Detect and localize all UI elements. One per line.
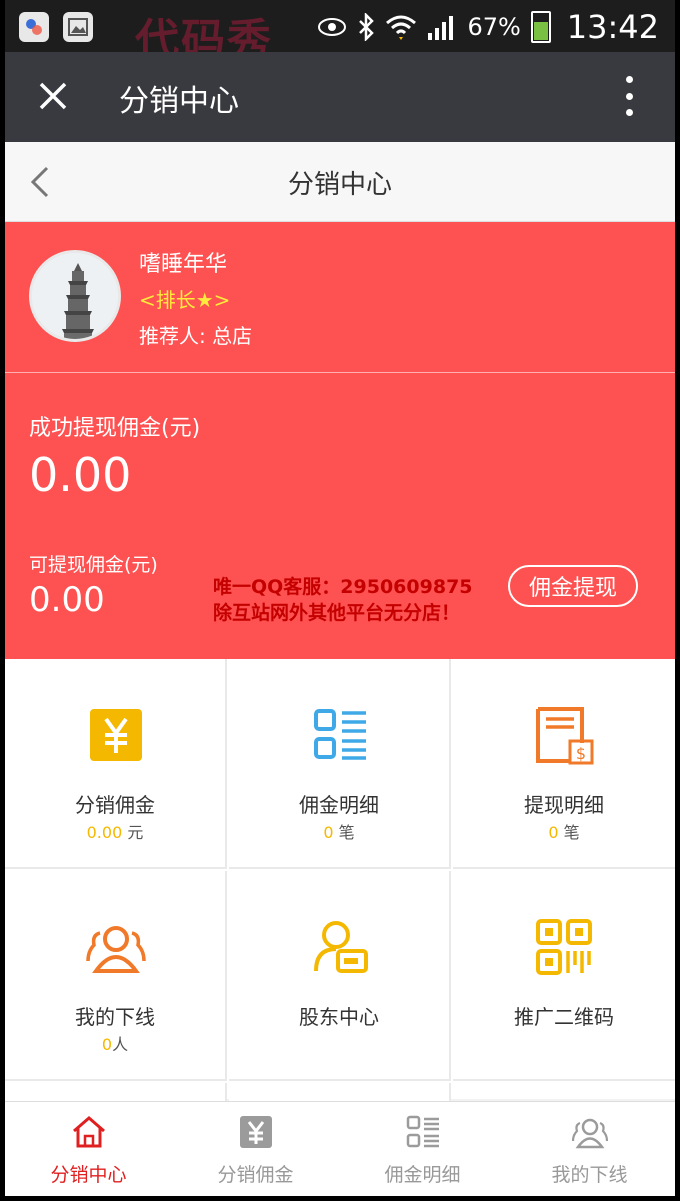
- tab-label: 我的下线: [551, 1164, 628, 1186]
- grid-item-value: 0.00 元: [86, 823, 144, 842]
- signal-icon: [428, 16, 454, 40]
- app-notification-icon: [19, 12, 49, 42]
- clock: 13:42: [566, 8, 659, 46]
- page-title: 分销中心: [287, 170, 392, 200]
- notification-icons: [19, 12, 93, 42]
- more-menu-icon[interactable]: [623, 76, 635, 116]
- close-icon[interactable]: [33, 76, 73, 116]
- user-rank-badge: <排长★>: [139, 288, 231, 312]
- user-name: 嗜睡年华: [139, 252, 228, 277]
- profile-header: 嗜睡年华 <排长★> 推荐人: 总店 成功提现佣金(元) 0.00 可提现佣金(…: [5, 222, 675, 659]
- shareholder-icon: [314, 921, 368, 973]
- phone-screen: 代码秀 67% 13:42 分销中心 分销中心 嗜睡年华 <排长★> 推荐人: …: [5, 0, 675, 1196]
- promo-line-2: 除互站网外其他平台无分店！: [213, 602, 461, 624]
- gallery-notification-icon: [63, 12, 93, 42]
- grid-item-qrcode[interactable]: 推广二维码: [453, 871, 675, 1081]
- avatar[interactable]: [29, 250, 121, 342]
- system-status: 67% 13:42: [317, 8, 659, 46]
- grid-item-label: 股东中心: [299, 1005, 379, 1029]
- grid-item-commission-detail[interactable]: 佣金明细 0 笔: [229, 659, 451, 869]
- tab-my-downline[interactable]: 我的下线: [506, 1102, 673, 1196]
- function-grid: 分销佣金 0.00 元 佣金明细 0 笔 $ 提现明细 0 笔 我的下线 0人 …: [5, 659, 675, 1113]
- grid-item-label: 提现明细: [524, 793, 604, 817]
- webview-title: 分销中心: [119, 84, 239, 119]
- grid-item-withdraw-detail[interactable]: $ 提现明细 0 笔: [453, 659, 675, 869]
- tab-commission-detail[interactable]: 佣金明细: [339, 1102, 506, 1196]
- grid-item-label: 推广二维码: [514, 1005, 614, 1029]
- list-icon: [314, 709, 366, 760]
- success-commission-value: 0.00: [29, 448, 132, 502]
- bottom-tab-bar: 分销中心 分销佣金 佣金明细 我的下线: [5, 1101, 675, 1196]
- status-bar: 代码秀 67% 13:42: [5, 0, 675, 66]
- grid-item-value: 0 笔: [323, 823, 355, 842]
- team-icon: [86, 926, 146, 973]
- tab-commission[interactable]: 分销佣金: [172, 1102, 339, 1196]
- grid-item-label: 分销佣金: [75, 793, 155, 817]
- battery-percent: 67%: [467, 13, 521, 41]
- referrer-text: 推荐人: 总店: [139, 324, 253, 348]
- promo-line-1: 唯一QQ客服：2950609875: [213, 576, 473, 598]
- tab-label: 佣金明细: [384, 1164, 461, 1186]
- success-commission-label: 成功提现佣金(元): [29, 416, 201, 441]
- tab-label: 分销中心: [50, 1164, 127, 1186]
- page-header: 分销中心: [5, 142, 675, 222]
- battery-icon: [530, 11, 551, 43]
- webview-title-bar: 分销中心: [5, 52, 675, 142]
- grid-item-commission[interactable]: 分销佣金 0.00 元: [5, 659, 227, 869]
- list-icon: [406, 1115, 439, 1148]
- grid-item-label: 我的下线: [75, 1005, 155, 1029]
- svg-text:$: $: [576, 744, 586, 763]
- available-commission-label: 可提现佣金(元): [29, 554, 158, 576]
- eye-icon: [318, 18, 347, 36]
- team-icon: [572, 1118, 608, 1149]
- withdraw-record-icon: $: [536, 707, 594, 765]
- wifi-icon: [386, 15, 417, 40]
- qrcode-icon: [536, 919, 592, 975]
- grid-item-value: 0 笔: [548, 823, 580, 842]
- home-icon: [73, 1116, 105, 1148]
- tab-label: 分销佣金: [217, 1164, 294, 1186]
- grid-item-my-downline[interactable]: 我的下线 0人: [5, 871, 227, 1081]
- divider: [5, 372, 675, 373]
- grid-item-shareholder-center[interactable]: 股东中心: [229, 871, 451, 1081]
- promo-notice: 唯一QQ客服：2950609875 除互站网外其他平台无分店！: [213, 574, 473, 626]
- withdraw-button[interactable]: 佣金提现: [508, 565, 638, 607]
- bluetooth-icon: [359, 13, 375, 41]
- grid-item-label: 佣金明细: [299, 793, 379, 817]
- yuan-icon: [240, 1116, 272, 1148]
- available-commission-value: 0.00: [29, 580, 105, 620]
- yuan-icon: [90, 709, 142, 761]
- tab-distribution-center[interactable]: 分销中心: [5, 1102, 172, 1196]
- grid-item-value: 0人: [101, 1035, 129, 1054]
